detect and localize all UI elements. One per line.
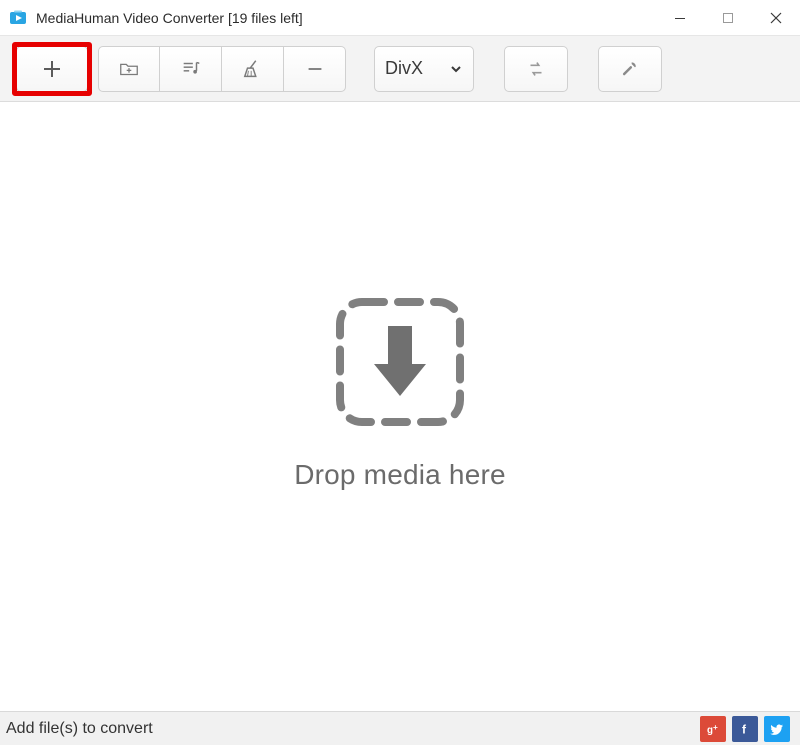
svg-text:g: g (707, 724, 713, 735)
drop-area-text: Drop media here (294, 459, 506, 491)
share-facebook-button[interactable]: f (732, 716, 758, 742)
maximize-icon (722, 12, 734, 24)
convert-arrows-icon (525, 58, 547, 80)
plus-icon (40, 57, 64, 81)
minimize-icon (674, 12, 686, 24)
close-icon (770, 12, 782, 24)
wrench-icon (620, 59, 640, 79)
share-google-plus-button[interactable]: g + (700, 716, 726, 742)
add-file-button[interactable] (16, 46, 88, 92)
toolbar: DivX (0, 36, 800, 102)
minus-icon (304, 58, 326, 80)
format-select-label: DivX (385, 58, 423, 79)
status-text: Add file(s) to convert (6, 720, 153, 738)
svg-text:f: f (742, 722, 747, 736)
titlebar: MediaHuman Video Converter [19 files lef… (0, 0, 800, 36)
settings-button[interactable] (598, 46, 662, 92)
add-folder-button[interactable] (98, 46, 160, 92)
facebook-icon: f (736, 720, 754, 738)
twitter-icon (768, 720, 786, 738)
drop-area[interactable]: Drop media here (0, 102, 800, 711)
mediahuman-icon (8, 8, 28, 28)
format-select-button[interactable]: DivX (374, 46, 474, 92)
google-plus-icon: g + (704, 720, 722, 738)
download-arrow-icon (330, 292, 470, 437)
playlist-button[interactable] (160, 46, 222, 92)
window-minimize-button[interactable] (656, 0, 704, 36)
svg-text:+: + (713, 722, 718, 731)
toolbar-group-files (98, 38, 346, 100)
convert-button[interactable] (504, 46, 568, 92)
share-twitter-button[interactable] (764, 716, 790, 742)
chevron-down-icon (449, 62, 463, 76)
statusbar: Add file(s) to convert g + f (0, 711, 800, 745)
window-maximize-button[interactable] (704, 0, 752, 36)
music-playlist-icon (180, 58, 202, 80)
folder-plus-icon (118, 58, 140, 80)
window-title: MediaHuman Video Converter [19 files lef… (36, 10, 303, 26)
broom-icon (242, 58, 264, 80)
remove-button[interactable] (284, 46, 346, 92)
window-close-button[interactable] (752, 0, 800, 36)
clear-button[interactable] (222, 46, 284, 92)
